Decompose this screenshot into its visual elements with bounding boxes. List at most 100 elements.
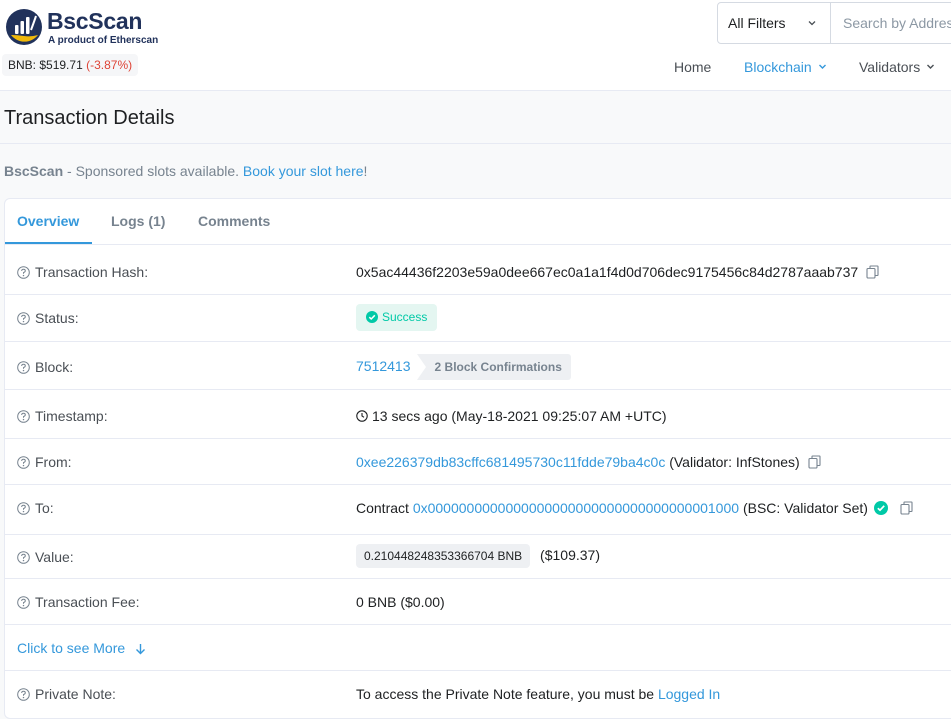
to-label: To: bbox=[17, 500, 54, 516]
private-note-value: To access the Private Note feature, you … bbox=[356, 686, 720, 702]
tx-hash-label-text: Transaction Hash: bbox=[35, 264, 149, 280]
tab-overview[interactable]: Overview bbox=[17, 213, 79, 229]
from-label: From: bbox=[17, 454, 72, 470]
private-note-text: To access the Private Note feature, you … bbox=[356, 686, 658, 702]
from-address-link[interactable]: 0xee226379db83cffc681495730c11fdde79ba4c… bbox=[356, 454, 665, 470]
brand-name: BscScan bbox=[47, 8, 143, 34]
timestamp-label-text: Timestamp: bbox=[35, 408, 108, 424]
status-badge: Success bbox=[356, 304, 438, 331]
copy-icon[interactable] bbox=[900, 501, 913, 515]
see-more-label: Click to see More bbox=[17, 640, 126, 656]
to-label-text: To: bbox=[35, 500, 54, 516]
transaction-details-card: Overview Logs (1) Comments Transaction H… bbox=[4, 198, 951, 719]
block-value: 7512413 2 Block Confirmations bbox=[356, 354, 571, 380]
fee-label-text: Transaction Fee: bbox=[35, 594, 140, 610]
timestamp-text: 13 secs ago (May-18-2021 09:25:07 AM +UT… bbox=[372, 408, 667, 424]
sponsor-brand: BscScan bbox=[4, 163, 64, 179]
nav-validators-label: Validators bbox=[859, 59, 921, 75]
from-value: 0xee226379db83cffc681495730c11fdde79ba4c… bbox=[356, 454, 821, 470]
question-circle-icon[interactable] bbox=[17, 551, 30, 564]
value-value: 0.210448248353366704 BNB ($109.37) bbox=[356, 544, 600, 568]
question-circle-icon[interactable] bbox=[17, 312, 30, 325]
active-tab-indicator bbox=[5, 242, 92, 244]
main-nav: Home Blockchain Validators bbox=[0, 59, 951, 77]
book-slot-link[interactable]: Book your slot here bbox=[243, 163, 364, 179]
block-label-text: Block: bbox=[35, 359, 74, 375]
status-value: Success bbox=[356, 304, 438, 331]
arrow-down-icon bbox=[136, 644, 146, 655]
page-title: Transaction Details bbox=[4, 107, 175, 129]
question-circle-icon[interactable] bbox=[17, 502, 30, 515]
chevron-down-icon bbox=[808, 21, 816, 26]
bscscan-logo-icon bbox=[6, 9, 42, 45]
tab-logs[interactable]: Logs (1) bbox=[111, 213, 165, 229]
verified-check-icon bbox=[873, 501, 888, 515]
clock-icon bbox=[356, 410, 368, 422]
status-label-text: Status: bbox=[35, 310, 79, 326]
bscscan-logo[interactable]: BscScan A product of Etherscan bbox=[5, 6, 175, 48]
copy-icon[interactable] bbox=[808, 455, 821, 469]
value-label-text: Value: bbox=[35, 549, 74, 565]
private-note-label-text: Private Note: bbox=[35, 686, 116, 702]
to-prefix: Contract bbox=[356, 500, 409, 516]
search-filter-label: All Filters bbox=[728, 15, 786, 31]
fee-label: Transaction Fee: bbox=[17, 594, 140, 610]
question-circle-icon[interactable] bbox=[17, 361, 30, 374]
divider bbox=[5, 484, 951, 485]
from-name-tag: (Validator: InfStones) bbox=[669, 454, 800, 470]
status-label: Status: bbox=[17, 310, 79, 326]
divider bbox=[5, 389, 951, 390]
search-bar: All Filters bbox=[717, 2, 951, 44]
search-input[interactable] bbox=[832, 3, 951, 43]
divider bbox=[5, 341, 951, 342]
to-address-link[interactable]: 0x00000000000000000000000000000000000010… bbox=[413, 500, 739, 516]
block-label: Block: bbox=[17, 359, 73, 375]
tx-hash-label: Transaction Hash: bbox=[17, 264, 148, 280]
fee-value: 0 BNB ($0.00) bbox=[356, 594, 445, 610]
block-confirmations-badge: 2 Block Confirmations bbox=[416, 354, 571, 380]
divider bbox=[5, 578, 951, 579]
private-note-label: Private Note: bbox=[17, 686, 116, 702]
check-circle-icon bbox=[366, 311, 378, 323]
value-label: Value: bbox=[17, 549, 74, 565]
divider bbox=[5, 670, 951, 671]
question-circle-icon[interactable] bbox=[17, 456, 30, 469]
search-filter-select[interactable]: All Filters bbox=[718, 3, 831, 43]
see-more-link[interactable]: Click to see More bbox=[17, 640, 146, 656]
timestamp-value: 13 secs ago (May-18-2021 09:25:07 AM +UT… bbox=[356, 408, 667, 424]
sponsor-text: - Sponsored slots available. bbox=[63, 163, 243, 179]
divider bbox=[5, 624, 951, 625]
login-link[interactable]: Logged In bbox=[658, 686, 720, 702]
value-amount-badge: 0.210448248353366704 BNB bbox=[356, 544, 531, 568]
nav-blockchain-label: Blockchain bbox=[744, 59, 812, 75]
divider bbox=[5, 534, 951, 535]
divider bbox=[5, 294, 951, 295]
question-circle-icon[interactable] bbox=[17, 410, 30, 423]
copy-icon[interactable] bbox=[866, 265, 879, 279]
nav-validators[interactable]: Validators bbox=[859, 59, 935, 75]
tx-hash: 0x5ac44436f2203e59a0dee667ec0a1a1f4d0d70… bbox=[356, 264, 859, 280]
divider bbox=[5, 438, 951, 439]
question-circle-icon[interactable] bbox=[17, 596, 30, 609]
question-circle-icon[interactable] bbox=[17, 688, 30, 701]
to-name-tag: (BSC: Validator Set) bbox=[742, 500, 868, 516]
sponsor-banner: BscScan - Sponsored slots available. Boo… bbox=[4, 163, 367, 179]
chevron-down-icon bbox=[818, 64, 826, 69]
chevron-down-icon bbox=[927, 64, 935, 69]
tab-comments[interactable]: Comments bbox=[198, 213, 270, 229]
block-number-link[interactable]: 7512413 bbox=[356, 358, 411, 374]
nav-home[interactable]: Home bbox=[674, 59, 711, 75]
sponsor-suffix: ! bbox=[363, 163, 368, 179]
question-circle-icon[interactable] bbox=[17, 266, 30, 279]
divider bbox=[0, 143, 951, 144]
to-value: Contract 0x00000000000000000000000000000… bbox=[356, 500, 913, 516]
from-label-text: From: bbox=[35, 454, 72, 470]
value-usd: ($109.37) bbox=[540, 547, 600, 563]
tab-bar: Overview Logs (1) Comments bbox=[5, 199, 951, 245]
timestamp-label: Timestamp: bbox=[17, 408, 108, 424]
status-text: Success bbox=[382, 310, 428, 324]
nav-blockchain[interactable]: Blockchain bbox=[744, 59, 827, 75]
tx-hash-value: 0x5ac44436f2203e59a0dee667ec0a1a1f4d0d70… bbox=[356, 264, 879, 280]
site-header: BscScan A product of Etherscan BNB: $519… bbox=[0, 0, 951, 91]
brand-tagline: A product of Etherscan bbox=[48, 35, 159, 46]
